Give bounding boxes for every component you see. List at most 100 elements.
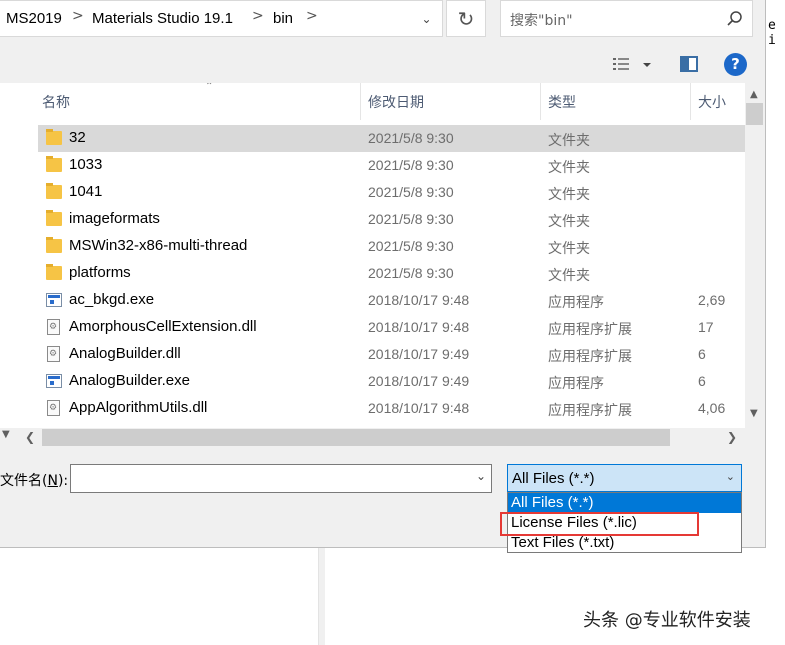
scrollbar-thumb[interactable] (746, 103, 763, 125)
annotation-highlight-box (500, 512, 699, 536)
refresh-button[interactable]: ↻ (446, 0, 486, 37)
file-type: 应用程序扩展 (548, 349, 632, 365)
watermark-text: 头条 @专业软件安装 (583, 610, 751, 631)
file-type: 文件夹 (548, 241, 590, 257)
file-type-selected[interactable]: All Files (*.*) (512, 470, 595, 487)
filename-input[interactable]: ⌄ (70, 464, 492, 493)
filename-label-text: 文件名( (0, 473, 48, 489)
search-icon (727, 11, 742, 26)
file-row[interactable]: platforms 2021/5/8 9:30 文件夹 (38, 260, 745, 287)
breadcrumb-bin[interactable]: bin (273, 10, 293, 27)
file-date: 2018/10/17 9:49 (368, 373, 470, 389)
file-name: AppAlgorithmUtils.dll (69, 399, 208, 416)
scroll-right-icon[interactable]: ❯ (727, 430, 737, 444)
background-splitter (318, 548, 325, 645)
file-date: 2021/5/8 9:30 (368, 157, 454, 173)
file-size: 2,69 (698, 292, 726, 308)
column-divider[interactable] (690, 83, 691, 120)
file-row[interactable]: 32 2021/5/8 9:30 文件夹 (38, 125, 745, 152)
column-divider[interactable] (540, 83, 541, 120)
column-divider[interactable] (360, 83, 361, 120)
search-input[interactable]: 搜索"bin" (500, 0, 753, 37)
file-type-option-all[interactable]: All Files (*.*) (508, 493, 741, 513)
file-name: MSWin32-x86-multi-thread (69, 237, 248, 254)
file-name: 32 (69, 129, 86, 146)
filename-label-end: ): (57, 473, 69, 489)
column-name[interactable]: 名称 (42, 92, 70, 112)
sort-ascending-icon: ⌃ (205, 83, 214, 92)
scroll-left-icon[interactable]: ❮ (25, 430, 35, 444)
file-date: 2021/5/8 9:30 (368, 130, 454, 146)
column-size[interactable]: 大小 (698, 92, 726, 112)
file-date: 2018/10/17 9:48 (368, 319, 470, 335)
exe-icon (46, 293, 62, 307)
breadcrumb-separator-icon[interactable]: > (252, 8, 264, 24)
file-name: platforms (69, 264, 131, 281)
file-size: 6 (698, 346, 706, 362)
help-icon[interactable]: ? (724, 53, 747, 76)
view-options-icon[interactable] (612, 55, 652, 75)
chevron-down-icon[interactable]: ⌄ (410, 1, 443, 38)
file-name: 1033 (69, 156, 103, 173)
file-row[interactable]: AmorphousCellExtension.dll 2018/10/17 9:4… (38, 314, 745, 341)
file-row[interactable]: AppAlgorithmUtils.dll 2018/10/17 9:48 应用程序… (38, 395, 745, 422)
scroll-down-icon[interactable]: ▼ (2, 429, 10, 440)
file-list-vertical-scrollbar[interactable]: ▲ ▼ (745, 83, 764, 428)
folder-icon (46, 183, 62, 199)
breadcrumb-materials-studio[interactable]: Materials Studio 19.1 (92, 10, 233, 27)
column-type[interactable]: 类型 (548, 92, 576, 112)
file-type-option-text[interactable]: Text Files (*.txt) (508, 533, 741, 553)
chevron-down-icon[interactable]: ⌄ (726, 470, 735, 483)
breadcrumb-ms2019[interactable]: MS2019 (6, 10, 62, 27)
open-file-dialog: MS2019 > Materials Studio 19.1 > bin > ⌄… (0, 0, 766, 548)
file-date: 2018/10/17 9:48 (368, 292, 470, 308)
dll-icon (47, 400, 60, 416)
file-name: AmorphousCellExtension.dll (69, 318, 257, 335)
file-date: 2021/5/8 9:30 (368, 184, 454, 200)
preview-pane-icon[interactable] (680, 56, 698, 72)
file-date: 2021/5/8 9:30 (368, 238, 454, 254)
file-name: 1041 (69, 183, 103, 200)
file-row[interactable]: AnalogBuilder.dll 2018/10/17 9:49 应用程序扩展 6 (38, 341, 745, 368)
file-type: 文件夹 (548, 133, 590, 149)
folder-icon (46, 156, 62, 172)
address-bar[interactable]: MS2019 > Materials Studio 19.1 > bin > ⌄ (0, 0, 443, 37)
file-date: 2018/10/17 9:48 (368, 400, 470, 416)
dll-icon (47, 346, 60, 362)
file-name: ac_bkgd.exe (69, 291, 155, 308)
scrollbar-thumb[interactable] (42, 429, 670, 446)
file-name: imageformats (69, 210, 160, 227)
folder-icon (46, 237, 62, 253)
file-date: 2018/10/17 9:49 (368, 346, 470, 362)
breadcrumb-separator-icon[interactable]: > (306, 8, 318, 24)
file-date: 2021/5/8 9:30 (368, 265, 454, 281)
file-size: 6 (698, 373, 706, 389)
folder-icon (46, 129, 62, 145)
file-type: 应用程序扩展 (548, 322, 632, 338)
scroll-up-icon[interactable]: ▲ (750, 89, 758, 100)
file-list-horizontal-scrollbar[interactable]: ❮ ❯ (15, 428, 745, 447)
file-row[interactable]: AnalogBuilder.exe 2018/10/17 9:49 应用程序 6 (38, 368, 745, 395)
file-size: 17 (698, 319, 714, 335)
file-type: 应用程序扩展 (548, 403, 632, 419)
file-row[interactable]: MSWin32-x86-multi-thread 2021/5/8 9:30 文件夹 (38, 233, 745, 260)
filename-label-mnemonic: N (47, 473, 58, 489)
file-type: 应用程序 (548, 376, 604, 392)
file-row[interactable]: 1041 2021/5/8 9:30 文件夹 (38, 179, 745, 206)
breadcrumb-separator-icon[interactable]: > (72, 8, 84, 24)
column-date[interactable]: 修改日期 (368, 92, 424, 112)
background-code-text: e i (768, 18, 776, 48)
chevron-down-icon[interactable]: ⌄ (476, 469, 486, 483)
folder-icon (46, 210, 62, 226)
file-type: 文件夹 (548, 187, 590, 203)
file-size: 4,06 (698, 400, 726, 416)
file-date: 2021/5/8 9:30 (368, 211, 454, 227)
file-row[interactable]: 1033 2021/5/8 9:30 文件夹 (38, 152, 745, 179)
file-row[interactable]: imageformats 2021/5/8 9:30 文件夹 (38, 206, 745, 233)
file-type: 应用程序 (548, 295, 604, 311)
filename-label: 文件名(N): (0, 470, 68, 490)
file-type-select[interactable]: All Files (*.*) ⌄ (507, 464, 742, 492)
scroll-down-icon[interactable]: ▼ (750, 408, 758, 419)
column-header: ⌃ 名称 修改日期 类型 大小 (15, 83, 745, 120)
file-row[interactable]: ac_bkgd.exe 2018/10/17 9:48 应用程序 2,69 (38, 287, 745, 314)
